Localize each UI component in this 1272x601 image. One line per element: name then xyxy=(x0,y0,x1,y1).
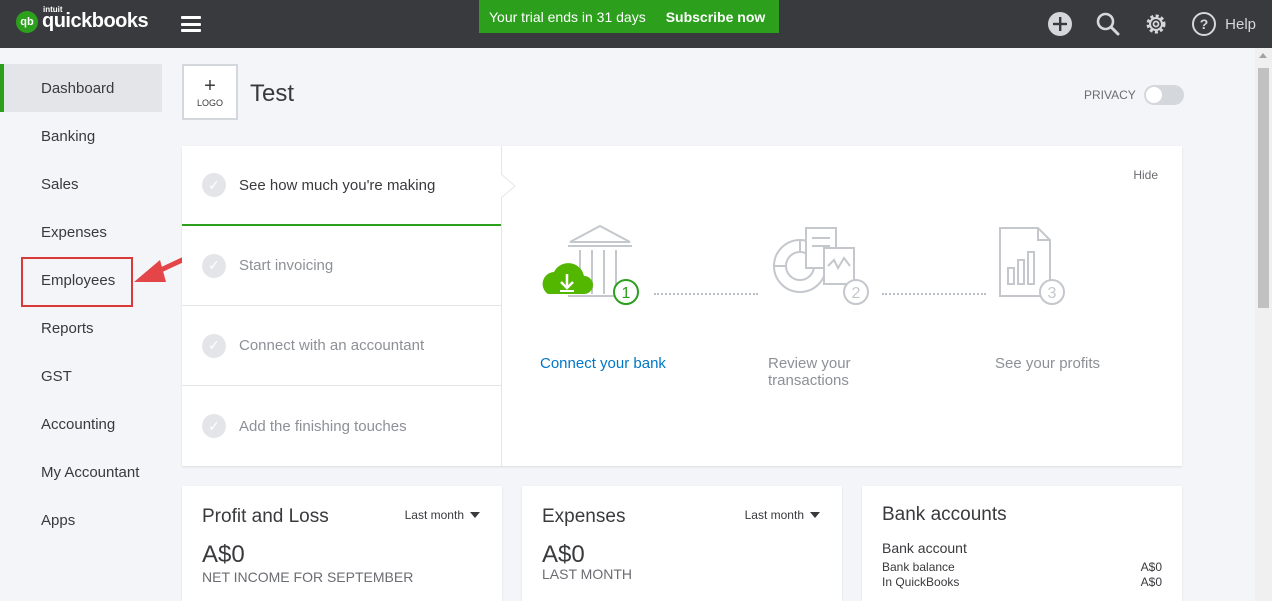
review-transactions-icon: 2 xyxy=(773,227,869,305)
flow-connector xyxy=(882,293,986,295)
profits-report-icon: 3 xyxy=(999,227,1065,305)
privacy-toggle[interactable] xyxy=(1143,85,1184,105)
card-amount: A$0 xyxy=(542,541,585,568)
step-pointer-icon xyxy=(501,174,516,198)
intuit-label: intuit xyxy=(43,5,63,14)
caret-down-icon xyxy=(810,512,820,518)
step-finishing-touches[interactable]: ✓ Add the finishing touches xyxy=(182,386,501,466)
quickbooks-logo[interactable]: qb intuit quickbooks xyxy=(16,5,149,33)
caret-down-icon xyxy=(470,512,480,518)
card-subtitle: NET INCOME FOR SEPTEMBER xyxy=(202,569,414,585)
sidebar-item-gst[interactable]: GST xyxy=(0,352,162,400)
svg-text:?: ? xyxy=(1200,16,1209,32)
trial-banner: Your trial ends in 31 days Subscribe now xyxy=(479,0,779,33)
page-scrollbar[interactable] xyxy=(1255,48,1272,601)
logo-label: LOGO xyxy=(196,97,223,108)
card-title: Bank accounts xyxy=(882,504,1007,525)
privacy-label: PRIVACY xyxy=(1084,88,1136,102)
period-dropdown[interactable]: Last month xyxy=(405,508,480,522)
card-title: Expenses xyxy=(542,506,626,527)
subscribe-now-link[interactable]: Subscribe now xyxy=(666,9,766,25)
sidebar-item-apps[interactable]: Apps xyxy=(0,496,162,544)
plus-icon[interactable] xyxy=(1047,11,1073,37)
scroll-thumb xyxy=(1258,68,1269,308)
see-profits-label: See your profits xyxy=(995,355,1101,372)
card-title: Profit and Loss xyxy=(202,506,329,527)
bank-account-name[interactable]: Bank account xyxy=(882,540,967,556)
sidebar-item-banking[interactable]: Banking xyxy=(0,112,162,160)
in-quickbooks-row: In QuickBooks A$0 xyxy=(882,575,1162,589)
sidebar-item-sales[interactable]: Sales xyxy=(0,160,162,208)
sidebar-item-accounting[interactable]: Accounting xyxy=(0,400,162,448)
sidebar-item-my-accountant[interactable]: My Accountant xyxy=(0,448,162,496)
step-label: See how much you're making xyxy=(239,176,436,194)
step-label: Add the finishing touches xyxy=(239,417,407,435)
svg-text:2: 2 xyxy=(852,285,861,302)
privacy-toggle-group: PRIVACY xyxy=(1084,85,1184,105)
flow-connector xyxy=(654,293,758,295)
plus-icon: + xyxy=(204,74,216,97)
svg-text:1: 1 xyxy=(622,285,631,302)
annotation-highlight-box xyxy=(21,257,133,307)
qb-logo-icon: qb xyxy=(16,10,38,33)
profit-loss-card: Profit and Loss Last month A$0 NET INCOM… xyxy=(182,486,502,601)
review-transactions-label: Review your transactions xyxy=(768,355,851,389)
card-subtitle: LAST MONTH xyxy=(542,566,632,582)
check-icon: ✓ xyxy=(202,173,226,197)
scroll-up-icon xyxy=(1259,53,1267,58)
trial-text: Your trial ends in 31 days xyxy=(489,8,646,25)
gear-icon[interactable] xyxy=(1143,11,1169,37)
bank-accounts-card: Bank accounts Bank account Bank balance A… xyxy=(862,486,1182,601)
sidebar-item-reports[interactable]: Reports xyxy=(0,304,162,352)
setup-panel: ✓ See how much you're making ✓ Start inv… xyxy=(182,146,1182,466)
step-label: Connect with an accountant xyxy=(239,337,425,354)
card-amount: A$0 xyxy=(202,541,245,568)
check-icon: ✓ xyxy=(202,414,226,438)
step-start-invoicing[interactable]: ✓ Start invoicing xyxy=(182,226,501,306)
search-icon[interactable] xyxy=(1095,11,1121,37)
bank-illustration-icon: 1 xyxy=(542,224,639,305)
help-icon[interactable]: ? xyxy=(1191,11,1217,37)
add-logo-button[interactable]: + LOGO xyxy=(182,64,238,120)
period-dropdown[interactable]: Last month xyxy=(745,508,820,522)
sidebar-item-dashboard[interactable]: Dashboard xyxy=(0,64,162,112)
company-name: Test xyxy=(250,80,295,107)
step-connect-accountant[interactable]: ✓ Connect with an accountant xyxy=(182,306,501,386)
bank-balance-row: Bank balance A$0 xyxy=(882,560,1162,574)
menu-icon[interactable] xyxy=(181,16,201,32)
help-label[interactable]: Help xyxy=(1225,16,1256,33)
expenses-card: Expenses Last month A$0 LAST MONTH xyxy=(522,486,842,601)
svg-text:3: 3 xyxy=(1048,285,1057,302)
setup-steps: ✓ See how much you're making ✓ Start inv… xyxy=(182,146,502,466)
check-icon: ✓ xyxy=(202,333,226,358)
hide-button[interactable]: Hide xyxy=(1133,168,1158,182)
top-bar: qb intuit quickbooks Your trial ends in … xyxy=(0,0,1272,48)
check-icon: ✓ xyxy=(202,253,226,278)
step-label: Start invoicing xyxy=(239,257,334,274)
connect-bank-link[interactable]: Connect your bank xyxy=(540,355,666,372)
step-see-how-much[interactable]: ✓ See how much you're making xyxy=(182,146,501,226)
